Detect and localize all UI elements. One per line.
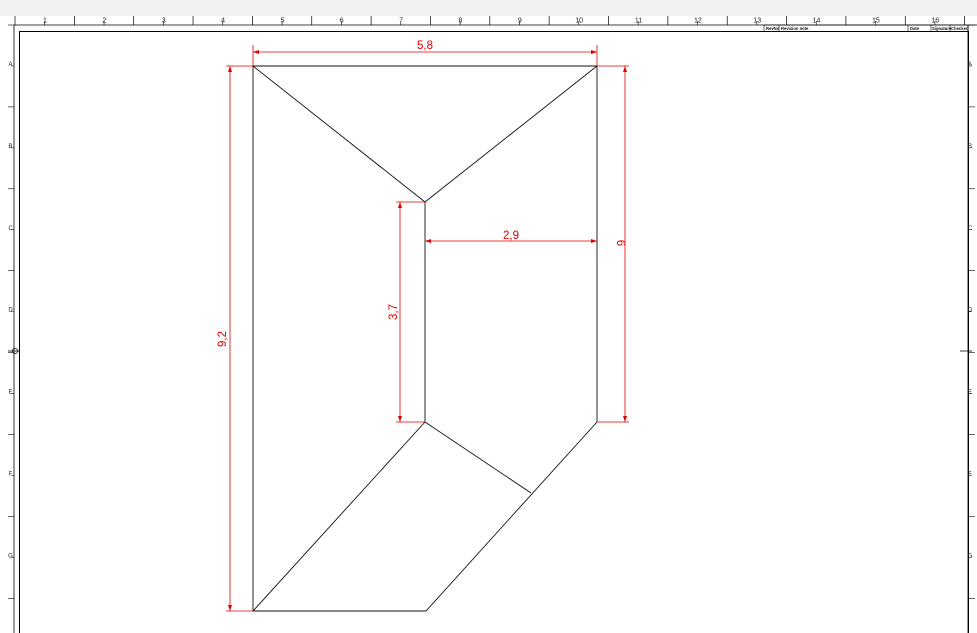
dimension-top-width-label: 5,8 — [417, 40, 433, 52]
edge-inner-to-bl — [252, 421, 426, 612]
dimension-right-offset-label: 2,9 — [503, 230, 519, 242]
dimension-right-offset: 2,9 — [425, 230, 597, 243]
column-number-11: 11 — [635, 18, 642, 25]
row-letter-G-right: G — [968, 553, 973, 559]
column-number-12: 12 — [694, 18, 702, 25]
row-letter-A-left: A — [8, 62, 12, 68]
column-ruler: 1 2 3 4 5 6 7 8 9 10 11 12 13 14 15 16 — [14, 16, 965, 25]
dimension-right-height: 6 — [597, 65, 629, 423]
dimension-inner-height: 3,7 — [388, 201, 425, 423]
tb-rev-no: RevNo — [766, 26, 780, 31]
drawing-sheet: 1 2 3 4 5 6 7 8 9 10 11 12 13 14 15 16 A AB BC CD DE EF FG G R… — [0, 0, 977, 633]
edge-tl-to-vertex — [252, 65, 426, 203]
column-number-4: 4 — [221, 18, 225, 25]
row-letter-B-left: B — [8, 144, 12, 150]
tb-checked: Checked — [951, 26, 969, 31]
dimension-total-height-label: 9,2 — [217, 331, 229, 347]
sheet-frame — [13, 25, 969, 633]
column-number-16: 16 — [931, 18, 939, 25]
row-letter-E-right: E — [968, 390, 972, 396]
row-letter-C-right: C — [968, 226, 973, 232]
row-letter-A-right: A — [968, 62, 972, 68]
column-number-1: 1 — [43, 18, 47, 25]
column-number-13: 13 — [753, 18, 761, 25]
column-number-8: 8 — [458, 18, 462, 25]
dimension-right-height-label: 6 — [614, 240, 626, 246]
column-number-15: 15 — [872, 18, 880, 25]
row-letter-B-right: B — [968, 144, 972, 150]
dimension-top-width: 5,8 — [252, 40, 598, 66]
column-number-9: 9 — [518, 18, 522, 25]
tb-revision-note: Revision note — [781, 26, 809, 31]
title-block: RevNo Revision note Date Signature Check… — [763, 24, 969, 32]
column-number-7: 7 — [399, 18, 403, 25]
column-number-2: 2 — [102, 18, 106, 25]
tb-signature: Signature — [932, 26, 952, 31]
edge-tr-to-vertex — [424, 65, 598, 203]
dimension-total-height: 9,2 — [217, 65, 253, 612]
row-letter-G-left: G — [8, 553, 13, 559]
column-number-3: 3 — [162, 18, 166, 25]
row-letter-F-left: F — [9, 472, 13, 478]
row-letter-D-right: D — [968, 308, 973, 314]
edge-inner-to-chamfer — [424, 421, 532, 494]
tb-date: Date — [910, 26, 920, 31]
row-letter-E-left: E — [8, 390, 12, 396]
centering-mark — [8, 348, 972, 354]
dimension-inner-height-label: 3,7 — [388, 304, 400, 320]
row-letter-D-left: D — [8, 308, 13, 314]
column-number-5: 5 — [280, 18, 284, 25]
row-letter-F-right: F — [968, 472, 972, 478]
column-number-6: 6 — [340, 18, 344, 25]
column-number-10: 10 — [575, 18, 583, 25]
row-letter-C-left: C — [8, 226, 13, 232]
part-outline — [252, 65, 598, 612]
top-shade — [0, 0, 977, 16]
row-ruler: A A B B C C D D E E F F G G — [8, 24, 975, 599]
column-number-14: 14 — [813, 18, 821, 25]
